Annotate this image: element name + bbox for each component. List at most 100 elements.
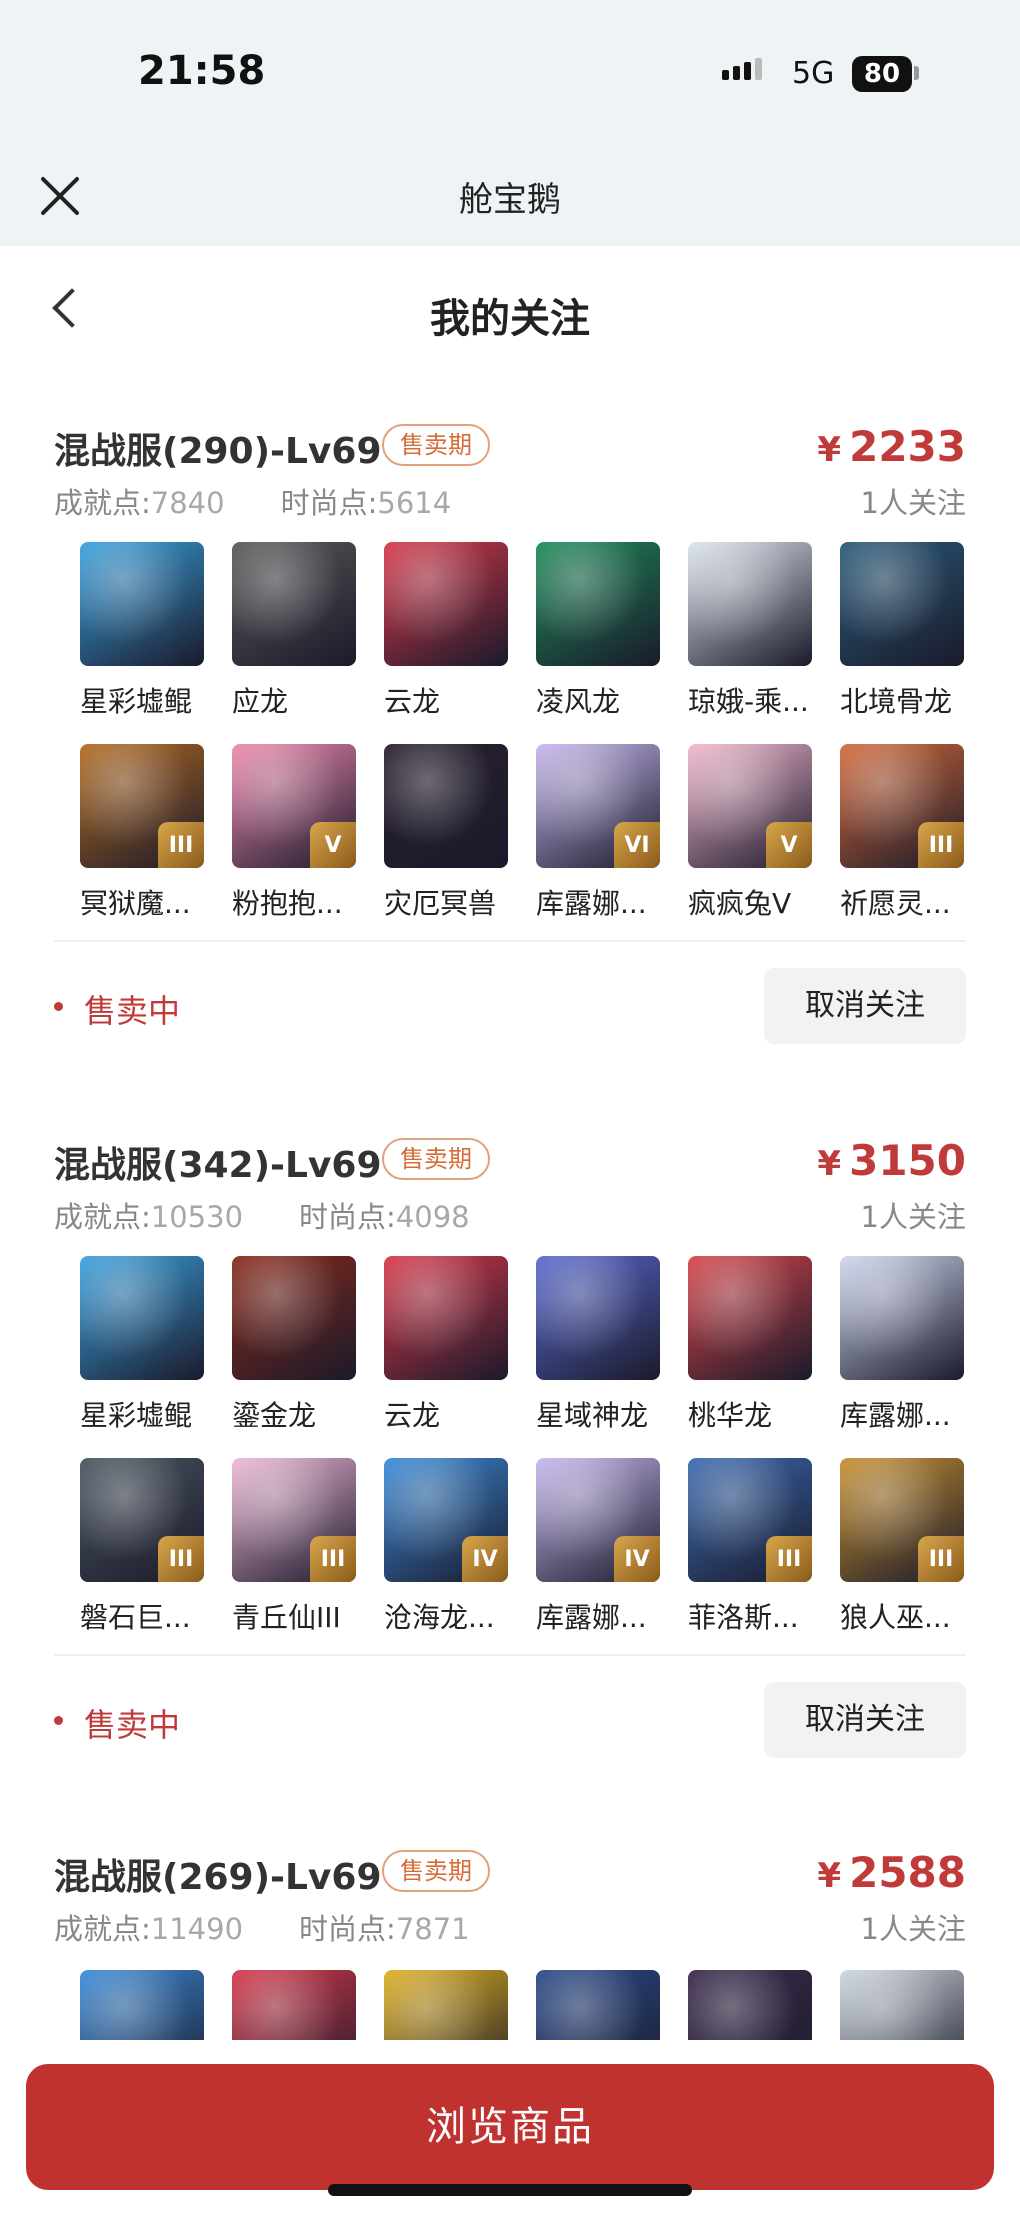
pet-name: 北境骨龙 (840, 685, 953, 718)
pet-thumbnail[interactable] (688, 1970, 812, 2040)
achievement-value: 11490 (150, 1912, 244, 1946)
account-card[interactable]: 混战服(290)-Lv69 售卖期 ¥2233 成就点:7840 时尚点:5614 1人关… (0, 422, 1020, 1062)
pet-thumbnail: V (232, 744, 356, 868)
network-type: 5G (792, 56, 835, 91)
price-value: 2233 (849, 422, 966, 471)
stats: 成就点:7840 时尚点:5614 (54, 480, 451, 522)
pet-item[interactable]: 凌风龙 (536, 542, 666, 720)
currency-symbol: ¥ (817, 430, 842, 470)
server-title: 混战服(269)-Lv69 (54, 1857, 382, 1898)
home-indicator[interactable] (328, 2184, 692, 2196)
rank-badge: VI (614, 822, 660, 868)
pet-item[interactable]: 灾厄冥兽 (384, 744, 514, 922)
pet-name: 库露娜... (536, 1601, 647, 1634)
fashion-value: 5614 (377, 486, 452, 520)
page-header: 我的关注 (0, 246, 1020, 376)
pet-thumbnail: III (840, 1458, 964, 1582)
pet-name: 星彩墟鲲 (80, 1399, 193, 1432)
pet-name: 星彩墟鲲 (80, 685, 193, 718)
app-title: 舱宝鹅 (459, 180, 561, 220)
pet-thumbnail (80, 542, 204, 666)
unfollow-button[interactable]: 取消关注 (764, 968, 966, 1044)
pet-item[interactable]: III 磐石巨... (80, 1458, 210, 1636)
divider (54, 940, 966, 942)
status-dot (54, 1716, 63, 1725)
pet-item[interactable]: III 青丘仙III (232, 1458, 362, 1636)
pet-name: 青丘仙III (232, 1601, 341, 1634)
pet-item[interactable]: IV 库露娜... (536, 1458, 666, 1636)
pet-thumbnail: III (232, 1458, 356, 1582)
sale-period-badge: 售卖期 (382, 1850, 490, 1892)
status-row: 售卖中 取消关注 (0, 1682, 1020, 1762)
rank-badge: III (158, 822, 204, 868)
pet-item[interactable]: 云龙 (384, 542, 514, 720)
pet-thumbnail[interactable] (536, 1970, 660, 2040)
pet-thumbnail[interactable] (232, 1970, 356, 2040)
rank-badge: III (918, 822, 964, 868)
pet-item[interactable]: VI 库露娜... (536, 744, 666, 922)
pet-thumbnail: IV (384, 1458, 508, 1582)
achievement-label: 成就点: (54, 486, 151, 520)
pet-item[interactable]: 鎏金龙 (232, 1256, 362, 1434)
pet-thumbnail (232, 542, 356, 666)
pet-item[interactable]: 应龙 (232, 542, 362, 720)
account-card[interactable]: 混战服(342)-Lv69 售卖期 ¥3150 成就点:10530 时尚点:4098 1人… (0, 1136, 1020, 1776)
sale-status: 售卖中 (84, 1706, 181, 1744)
price-value: 2588 (849, 1848, 966, 1897)
pet-thumbnail[interactable] (840, 1970, 964, 2040)
pet-thumbnail (384, 744, 508, 868)
pet-thumbnail[interactable] (384, 1970, 508, 2040)
pet-item[interactable]: 北境骨龙 (840, 542, 970, 720)
pet-item[interactable]: V 疯疯兔V (688, 744, 818, 922)
server-title: 混战服(342)-Lv69 (54, 1145, 382, 1186)
pet-item[interactable]: 云龙 (384, 1256, 514, 1434)
pet-item[interactable]: III 狼人巫... (840, 1458, 970, 1636)
sale-status: 售卖中 (84, 992, 181, 1030)
pet-thumbnail: III (80, 1458, 204, 1582)
pet-item[interactable]: 星彩墟鲲 (80, 1256, 210, 1434)
fashion-label: 时尚点: (280, 486, 378, 520)
pet-thumbnail: IV (536, 1458, 660, 1582)
pet-item[interactable]: III 菲洛斯... (688, 1458, 818, 1636)
pet-name: 疯疯兔V (688, 887, 792, 920)
pet-thumbnail (384, 542, 508, 666)
pet-thumbnail: VI (536, 744, 660, 868)
status-dot (54, 1002, 63, 1011)
rank-badge: III (310, 1536, 356, 1582)
rank-badge: III (158, 1536, 204, 1582)
pet-item[interactable]: 星彩墟鲲 (80, 542, 210, 720)
pet-name: 琼娥-乘... (688, 685, 809, 718)
pet-item[interactable]: 桃华龙 (688, 1256, 818, 1434)
pet-item[interactable]: 星域神龙 (536, 1256, 666, 1434)
pet-name: 凌风龙 (536, 685, 621, 718)
pet-thumbnail: III (688, 1458, 812, 1582)
stats: 成就点:11490 时尚点:7871 (54, 1906, 470, 1948)
stats: 成就点:10530 时尚点:4098 (54, 1194, 470, 1236)
sale-period-badge: 售卖期 (382, 1138, 490, 1180)
pet-name: 鎏金龙 (232, 1399, 317, 1432)
rank-badge: III (766, 1536, 812, 1582)
app-header: 舱宝鹅 (0, 150, 1020, 246)
unfollow-button[interactable]: 取消关注 (764, 1682, 966, 1758)
pet-name: 云龙 (384, 685, 441, 718)
browse-products-button[interactable]: 浏览商品 (26, 2064, 994, 2190)
currency-symbol: ¥ (817, 1856, 842, 1896)
pet-item[interactable]: III 祈愿灵... (840, 744, 970, 922)
signal-icon (722, 58, 762, 80)
rank-badge: IV (614, 1536, 660, 1582)
pet-item[interactable]: IV 沧海龙... (384, 1458, 514, 1636)
price: ¥2588 (817, 1848, 966, 1897)
pet-item[interactable]: V 粉抱抱... (232, 744, 362, 922)
pet-name: 菲洛斯... (688, 1601, 799, 1634)
follower-count: 1人关注 (860, 1200, 966, 1234)
pet-name: 云龙 (384, 1399, 441, 1432)
pet-thumbnail (688, 1256, 812, 1380)
pet-item[interactable]: III 冥狱魔... (80, 744, 210, 922)
pet-thumbnail[interactable] (80, 1970, 204, 2040)
pet-name: 磐石巨... (80, 1601, 191, 1634)
pet-name: 粉抱抱... (232, 887, 343, 920)
pet-item[interactable]: 库露娜... (840, 1256, 970, 1434)
pet-item[interactable]: 琼娥-乘... (688, 542, 818, 720)
fashion-value: 7871 (395, 1912, 470, 1946)
rank-badge: III (918, 1536, 964, 1582)
